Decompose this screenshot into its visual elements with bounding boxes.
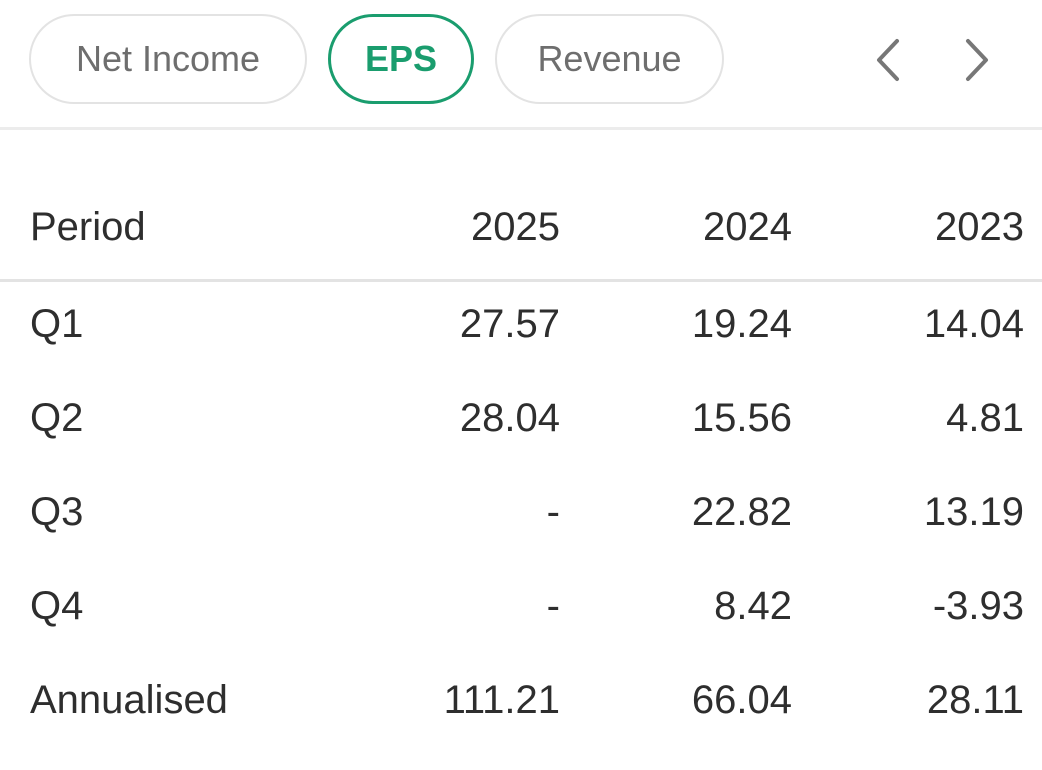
next-button[interactable] [955, 30, 999, 90]
tab-eps[interactable]: EPS [328, 14, 474, 104]
chevron-right-icon [966, 39, 988, 81]
prev-button[interactable] [866, 30, 910, 90]
cell-value: 28.04 [459, 396, 560, 440]
chevron-left-icon [877, 39, 899, 81]
cell-value: 19.24 [691, 302, 792, 346]
header-period: Period [30, 205, 146, 249]
row-label: Q4 [30, 584, 84, 628]
cell-value: 22.82 [691, 490, 792, 534]
table-row: Q3 - 22.82 13.19 [0, 488, 1042, 582]
cell-value: - [546, 490, 560, 534]
header-year: 2025 [471, 205, 560, 249]
table-row: Q2 28.04 15.56 4.81 [0, 394, 1042, 488]
table-header-row: Period 2025 2024 2023 [0, 187, 1042, 282]
cell-value: 4.81 [946, 396, 1024, 440]
cell-value: 111.21 [443, 678, 560, 722]
cell-value: 66.04 [691, 678, 792, 722]
cell-value: - [546, 584, 560, 628]
tab-net-income[interactable]: Net Income [29, 14, 307, 104]
tab-revenue[interactable]: Revenue [495, 14, 724, 104]
tab-label: Net Income [75, 38, 261, 79]
cell-value: 28.11 [926, 678, 1024, 722]
row-label: Q3 [30, 490, 84, 534]
tab-label: Revenue [537, 38, 682, 79]
cell-value: -3.93 [932, 584, 1024, 628]
header-year: 2024 [703, 205, 792, 249]
row-label: Annualised [30, 678, 228, 722]
cell-value: 13.19 [923, 490, 1024, 534]
table-row: Q4 - 8.42 -3.93 [0, 582, 1042, 676]
cell-value: 15.56 [691, 396, 792, 440]
row-label: Q1 [30, 302, 84, 346]
cell-value: 14.04 [923, 302, 1024, 346]
cell-value: 27.57 [459, 302, 560, 346]
table-row: Annualised 111.21 66.04 28.11 [0, 676, 1042, 770]
cell-value: 8.42 [714, 584, 792, 628]
tab-label: EPS [364, 38, 438, 79]
table-row: Q1 27.57 19.24 14.04 [0, 300, 1042, 394]
row-label: Q2 [30, 396, 84, 440]
header-year: 2023 [935, 205, 1024, 249]
tab-bar: Net Income EPS Revenue [0, 0, 1042, 130]
